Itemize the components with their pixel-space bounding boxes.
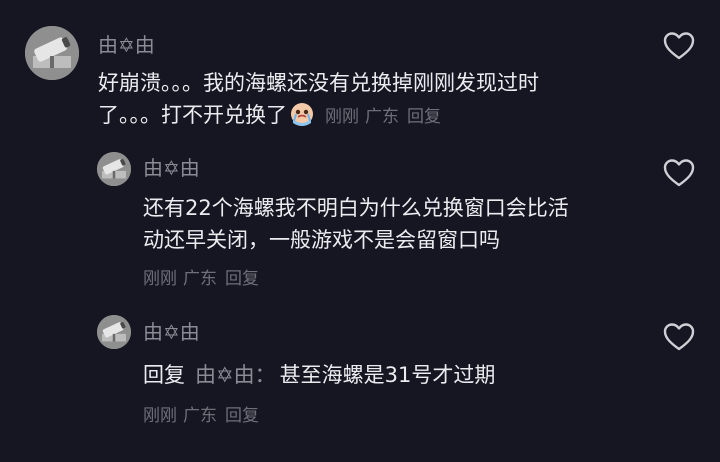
like-button[interactable] [663, 158, 695, 188]
heart-outline-icon [663, 32, 695, 60]
avatar[interactable] [25, 26, 79, 80]
location: 广东 [183, 269, 217, 289]
comment-text-line: 还有22个海螺我不明白为什么兑换窗口会比活 [143, 196, 569, 220]
timestamp: 刚刚 [325, 107, 359, 127]
reply-prefix: 回复 [143, 363, 185, 387]
comment-text: 好崩溃。。。我的海螺还没有兑换掉刚刚发现过时 了。。。打不开兑换了 刚刚 广东 回复 [98, 67, 658, 133]
comment-text-fragment: 甚至海螺是31号才过期 [279, 363, 496, 387]
reply-button[interactable]: 回复 [225, 406, 259, 426]
comment-text-fragment: 了。。。打不开兑换了 [98, 103, 287, 127]
reply-to-username[interactable]: 由✡由： [195, 363, 276, 387]
comment-meta: 刚刚 广东 回复 [143, 264, 259, 289]
comment-text: 还有22个海螺我不明白为什么兑换窗口会比活 动还早关闭，一般游戏不是会留窗口吗 [143, 192, 663, 256]
comment-text-line-2: 动还早关闭，一般游戏不是会留窗口吗 [143, 228, 500, 252]
reply-button[interactable]: 回复 [407, 107, 441, 127]
comment-item: 由✡由 好崩溃。。。我的海螺还没有兑换掉刚刚发现过时 了。。。打不开兑换了 刚刚广… [0, 0, 720, 150]
comment-text-line: 好崩溃。。。我的海螺还没有兑换掉刚刚发现过时 [98, 71, 539, 95]
comment-meta: 刚刚 广东 回复 [325, 107, 441, 127]
crying-face-emoji-icon [289, 101, 315, 127]
heart-outline-icon [663, 323, 695, 351]
heart-outline-icon [663, 159, 695, 187]
username[interactable]: 由✡由 [143, 320, 200, 344]
reply-comment-item: 由✡由 回复 由✡由： 甚至海螺是31号才过期 刚刚 广东 回复 [0, 312, 720, 462]
reply-button[interactable]: 回复 [225, 269, 259, 289]
location: 广东 [183, 406, 217, 426]
location: 广东 [365, 107, 399, 127]
comment-meta: 刚刚 广东 回复 [143, 401, 259, 426]
avatar[interactable] [97, 152, 131, 186]
like-button[interactable] [663, 31, 695, 61]
username[interactable]: 由✡由 [143, 156, 200, 180]
username[interactable]: 由✡由 [98, 33, 155, 57]
comment-text-line-2: 了。。。打不开兑换了 刚刚 广东 回复 [98, 99, 658, 133]
avatar[interactable] [97, 315, 131, 349]
timestamp: 刚刚 [143, 406, 177, 426]
reply-comment-item: 由✡由 还有22个海螺我不明白为什么兑换窗口会比活 动还早关闭，一般游戏不是会留… [0, 150, 720, 300]
camera-icon [25, 26, 79, 80]
camera-icon [97, 315, 131, 349]
like-button[interactable] [663, 322, 695, 352]
comment-text: 回复 由✡由： 甚至海螺是31号才过期 [143, 359, 663, 391]
camera-icon [97, 152, 131, 186]
timestamp: 刚刚 [143, 269, 177, 289]
